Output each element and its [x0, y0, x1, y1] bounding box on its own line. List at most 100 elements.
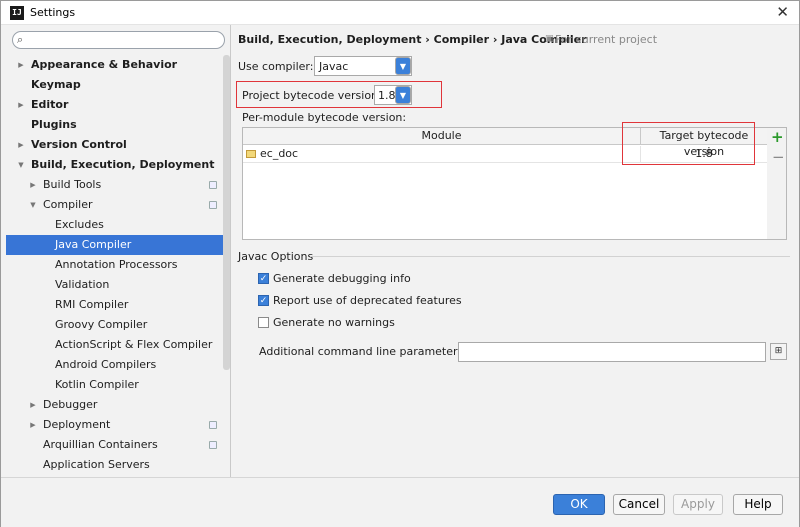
apply-button[interactable]: Apply	[673, 494, 723, 515]
sidebar-item-keymap[interactable]: Keymap	[6, 75, 230, 95]
expand-arrow-icon[interactable]: ▶	[28, 415, 38, 435]
cancel-button[interactable]: Cancel	[613, 494, 665, 515]
sidebar-item-deployment[interactable]: ▶ Deployment	[6, 415, 230, 435]
section-divider	[310, 256, 790, 257]
search-input[interactable]	[30, 33, 220, 47]
compiler-select[interactable]: Javac ▼	[314, 56, 412, 76]
javac-options-title: Javac Options	[238, 250, 314, 263]
add-icon[interactable]: +	[771, 128, 784, 146]
sidebar-item-build-tools[interactable]: ▶ Build Tools	[6, 175, 230, 195]
sidebar-item-label: Debugger	[43, 398, 98, 411]
sidebar-item-label: ActionScript & Flex Compiler	[55, 338, 213, 351]
expand-arrow-icon[interactable]: ▶	[16, 55, 26, 75]
close-icon[interactable]: ✕	[776, 3, 789, 21]
bytecode-version-label: Project bytecode version:	[242, 89, 382, 102]
expand-arrow-icon[interactable]: ▶	[28, 395, 38, 415]
scope-label: For current project	[555, 33, 658, 46]
sidebar-item-label: Build Tools	[43, 178, 102, 191]
sidebar-item-label: Version Control	[31, 138, 127, 151]
sidebar-item-plugins[interactable]: Plugins	[6, 115, 230, 135]
bytecode-version-select[interactable]: 1.8 ▼	[374, 85, 412, 105]
collapse-arrow-icon[interactable]: ▼	[16, 155, 26, 175]
sidebar-item-excludes[interactable]: Excludes	[6, 215, 230, 235]
sidebar-item-groovy-compiler[interactable]: Groovy Compiler	[6, 315, 230, 335]
sidebar-item-label: Appearance & Behavior	[31, 58, 178, 71]
sidebar-item-application-servers[interactable]: Application Servers	[6, 455, 230, 475]
sidebar-item-label: Deployment	[43, 418, 111, 431]
sidebar-item-java-compiler[interactable]: Java Compiler	[6, 235, 230, 255]
sidebar-item-kotlin-compiler[interactable]: Kotlin Compiler	[6, 375, 230, 395]
per-module-label: Per-module bytecode version:	[242, 111, 407, 124]
dialog-button-bar: OK Cancel Apply Help	[1, 477, 799, 527]
use-compiler-label: Use compiler:	[238, 60, 314, 73]
sidebar-item-actionscript-flex-compiler[interactable]: ActionScript & Flex Compiler	[6, 335, 230, 355]
search-box[interactable]: ⌕	[12, 31, 225, 49]
sidebar-item-annotation-processors[interactable]: Annotation Processors	[6, 255, 230, 275]
table-row-module[interactable]: ec_doc	[243, 146, 641, 163]
sidebar-item-editor[interactable]: ▶ Editor	[6, 95, 230, 115]
generate-debug-label: Generate debugging info	[273, 272, 411, 285]
settings-window: IJ Settings ✕ ⌕ ▶ Appearance & Behavior …	[0, 0, 800, 527]
sidebar-item-label: RMI Compiler	[55, 298, 129, 311]
sidebar-item-debugger[interactable]: ▶ Debugger	[6, 395, 230, 415]
expand-editor-icon[interactable]: ⊞	[770, 343, 787, 360]
project-scope-icon	[209, 201, 217, 209]
sidebar-item-build-execution-deployment[interactable]: ▼ Build, Execution, Deployment	[6, 155, 230, 175]
sidebar-item-label: Annotation Processors	[55, 258, 178, 271]
sidebar-item-label: Validation	[55, 278, 110, 291]
collapse-arrow-icon[interactable]: ▼	[28, 195, 38, 215]
sidebar-scrollbar[interactable]	[223, 55, 230, 370]
title-bar: IJ Settings ✕	[1, 1, 799, 25]
project-scope-icon: ▣	[545, 34, 554, 44]
sidebar-item-label: Java Compiler	[55, 238, 132, 251]
sidebar-item-label: Build, Execution, Deployment	[31, 158, 215, 171]
bytecode-version-value: 1.8	[378, 89, 396, 102]
project-scope-icon	[209, 441, 217, 449]
breadcrumb: Build, Execution, Deployment › Compiler …	[238, 33, 587, 46]
report-deprecated-checkbox[interactable]: ✓	[258, 295, 269, 306]
remove-icon[interactable]: −	[772, 148, 785, 166]
params-input[interactable]	[458, 342, 766, 362]
sidebar-item-label: Kotlin Compiler	[55, 378, 139, 391]
ok-button[interactable]: OK	[553, 494, 605, 515]
generate-debug-checkbox[interactable]: ✓	[258, 273, 269, 284]
sidebar-item-arquillian-containers[interactable]: Arquillian Containers	[6, 435, 230, 455]
report-deprecated-label: Report use of deprecated features	[273, 294, 462, 307]
settings-sidebar: ⌕ ▶ Appearance & Behavior Keymap ▶ Edito…	[6, 25, 231, 477]
column-header-module[interactable]: Module	[243, 128, 641, 145]
module-name: ec_doc	[260, 147, 299, 160]
sidebar-item-label: Excludes	[55, 218, 104, 231]
project-scope-icon	[209, 421, 217, 429]
sidebar-item-label: Compiler	[43, 198, 93, 211]
no-warnings-checkbox[interactable]	[258, 317, 269, 328]
sidebar-item-label: Editor	[31, 98, 69, 111]
help-button[interactable]: Help	[733, 494, 783, 515]
intellij-app-icon: IJ	[10, 6, 24, 20]
sidebar-item-label: Keymap	[31, 78, 81, 91]
sidebar-item-compiler[interactable]: ▼ Compiler	[6, 195, 230, 215]
sidebar-item-label: Arquillian Containers	[43, 438, 158, 451]
expand-arrow-icon[interactable]: ▶	[16, 95, 26, 115]
sidebar-item-version-control[interactable]: ▶ Version Control	[6, 135, 230, 155]
folder-icon	[246, 150, 256, 158]
expand-arrow-icon[interactable]: ▶	[16, 135, 26, 155]
highlight-box	[622, 122, 755, 165]
sidebar-item-android-compilers[interactable]: Android Compilers	[6, 355, 230, 375]
chevron-down-icon[interactable]: ▼	[395, 86, 411, 104]
sidebar-item-label: Application Servers	[43, 458, 150, 471]
project-scope-icon	[209, 181, 217, 189]
no-warnings-label: Generate no warnings	[273, 316, 395, 329]
sidebar-item-rmi-compiler[interactable]: RMI Compiler	[6, 295, 230, 315]
java-compiler-panel: Build, Execution, Deployment › Compiler …	[232, 25, 799, 477]
params-label: Additional command line parameters:	[259, 345, 467, 358]
search-icon: ⌕	[17, 33, 24, 46]
window-title: Settings	[30, 6, 76, 19]
sidebar-item-appearance-behavior[interactable]: ▶ Appearance & Behavior	[6, 55, 230, 75]
expand-arrow-icon[interactable]: ▶	[28, 175, 38, 195]
sidebar-item-label: Groovy Compiler	[55, 318, 148, 331]
compiler-select-value: Javac	[319, 60, 349, 73]
sidebar-item-validation[interactable]: Validation	[6, 275, 230, 295]
sidebar-item-label: Plugins	[31, 118, 77, 131]
sidebar-item-label: Android Compilers	[55, 358, 157, 371]
chevron-down-icon[interactable]: ▼	[395, 57, 411, 75]
